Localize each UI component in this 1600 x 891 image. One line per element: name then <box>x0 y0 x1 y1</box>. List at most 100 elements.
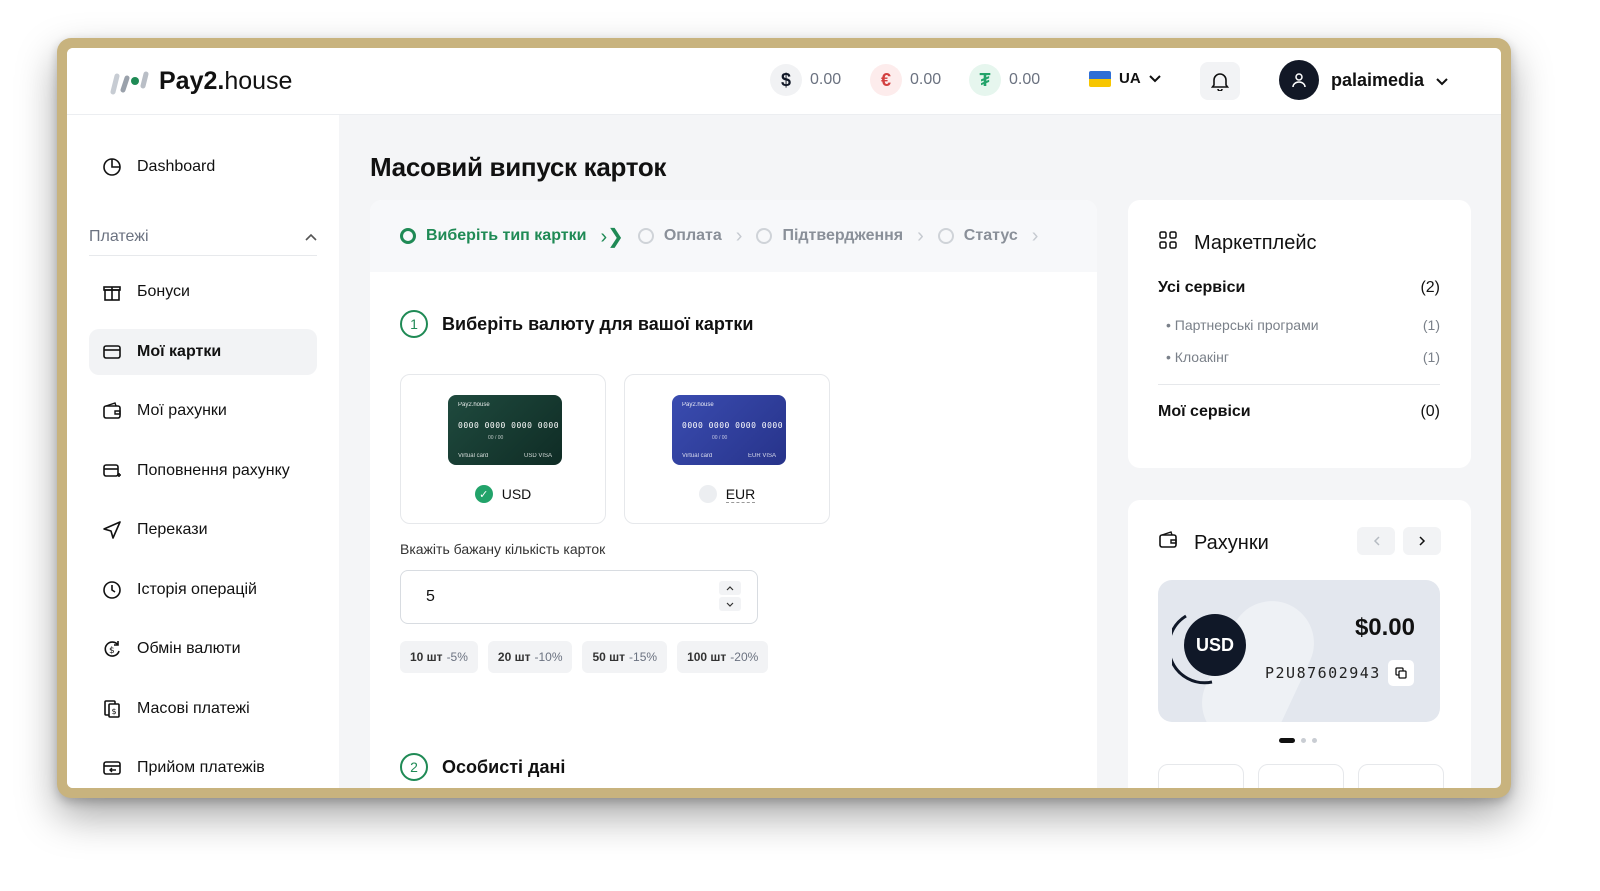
sidebar-item-label: Масові платежі <box>137 700 250 717</box>
notifications-button[interactable] <box>1200 62 1240 100</box>
balance-eur-value: 0.00 <box>910 71 942 88</box>
sidebar-item-label: Історія операцій <box>137 581 257 598</box>
balance-eur[interactable]: € 0.00 <box>870 64 941 96</box>
card-number: 0000 0000 0000 0000 <box>682 421 784 430</box>
carousel-dot[interactable] <box>1279 738 1295 743</box>
sidebar-item-transfers[interactable]: Перекази <box>89 507 317 553</box>
copy-button[interactable] <box>1388 660 1414 686</box>
sidebar-section-label: Платежі <box>89 228 149 245</box>
account-action-button[interactable] <box>1358 764 1444 788</box>
balance-usdt-value: 0.00 <box>1009 71 1041 88</box>
exchange-icon: $ <box>101 638 123 660</box>
step-payment[interactable]: Оплата <box>637 227 722 245</box>
card-preview-usd: Pay2.house 0000 0000 0000 0000 00 / 00 V… <box>448 395 562 465</box>
sidebar-item-bonuses[interactable]: Бонуси <box>89 269 317 315</box>
avatar <box>1279 60 1319 100</box>
decrement-button[interactable] <box>719 597 741 611</box>
quantity-label: Вкажіть бажану кількість карток <box>400 541 606 557</box>
logo[interactable]: Pay2.house <box>107 66 292 96</box>
account-balance: $0.00 <box>1354 614 1415 641</box>
step-dot <box>937 228 954 244</box>
currency-option-eur[interactable]: Pay2.house 0000 0000 0000 0000 00 / 00 V… <box>624 374 830 524</box>
sidebar-item-topup[interactable]: Поповнення рахунку <box>89 448 317 494</box>
section-personal-heading: 2 Особисті дані <box>400 753 565 781</box>
quantity-value: 5 <box>426 588 435 605</box>
my-services-link[interactable]: Мої сервіси (0) <box>1158 403 1440 421</box>
preset-qty: 10 шт <box>410 650 443 664</box>
increment-button[interactable] <box>719 581 741 595</box>
sidebar-item-label: Dashboard <box>137 158 216 175</box>
account-card[interactable]: USD $0.00 P2U87602943 <box>1158 580 1440 722</box>
preset-qty: 50 шт <box>592 650 626 664</box>
user-icon <box>1292 73 1306 88</box>
logo-bold: Pay2 <box>159 66 218 95</box>
sidebar-item-receive-payments[interactable]: Прийом платежів <box>89 745 317 788</box>
service-partner-programs[interactable]: • Партнерські програми (1) <box>1166 317 1440 333</box>
service-count: (1) <box>1422 317 1440 333</box>
previous-button[interactable] <box>1357 527 1395 555</box>
carousel-dot[interactable] <box>1301 738 1306 743</box>
preset-discount: -10% <box>534 650 563 664</box>
card-preview-eur: Pay2.house 0000 0000 0000 0000 00 / 00 V… <box>672 395 786 465</box>
top-header: Pay2.house $ 0.00 € 0.00 ₮ 0.00 UA palai… <box>67 48 1501 115</box>
receive-payments-icon <box>101 757 123 779</box>
carousel-dot[interactable] <box>1312 738 1317 743</box>
device-frame: Pay2.house $ 0.00 € 0.00 ₮ 0.00 UA palai… <box>57 38 1511 798</box>
sidebar-item-label: Обмін валюти <box>137 640 241 657</box>
balance-usd[interactable]: $ 0.00 <box>770 64 841 96</box>
step-label: Виберіть тип картки <box>426 227 587 244</box>
preset-50[interactable]: 50 шт -15% <box>582 641 668 673</box>
language-selector[interactable]: UA <box>1089 70 1161 87</box>
accounts-panel: Рахунки USD $0.00 P2U87602943 <box>1128 500 1471 788</box>
preset-discount: -15% <box>629 650 658 664</box>
section-title: Особисті дані <box>442 756 566 777</box>
check-icon[interactable]: ✓ <box>474 485 493 503</box>
chevron-right-icon <box>1418 536 1425 546</box>
balance-usdt[interactable]: ₮ 0.00 <box>969 64 1040 96</box>
sidebar-item-my-accounts[interactable]: Мої рахунки <box>89 388 317 434</box>
service-label: Клоакінг <box>1174 349 1229 365</box>
sidebar-item-label: Мої картки <box>137 343 222 360</box>
step-dot <box>756 228 773 244</box>
sidebar-item-exchange[interactable]: $ Обмін валюти <box>89 626 317 672</box>
wallet-icon <box>101 400 123 422</box>
chevron-right-icon: ›❯ <box>600 225 624 248</box>
radio-button[interactable] <box>698 485 717 503</box>
section-title: Виберіть валюту для вашої картки <box>442 313 754 334</box>
account-action-button[interactable] <box>1258 764 1344 788</box>
logo-mark-icon <box>107 66 149 96</box>
step-choose-card-type[interactable]: Виберіть тип картки <box>400 227 586 245</box>
all-services-link[interactable]: Усі сервіси (2) <box>1158 279 1440 297</box>
card-type: Virtual card <box>682 453 713 459</box>
card-expiry: 00 / 00 <box>488 435 504 441</box>
sidebar-item-label: Перекази <box>137 521 208 538</box>
step-confirmation[interactable]: Підтвердження <box>756 227 903 245</box>
mass-payments-icon: $ <box>101 698 123 720</box>
chevron-down-icon <box>726 602 734 607</box>
stepper: Виберіть тип картки ›❯ Оплата › Підтверд… <box>370 200 1097 272</box>
sidebar-item-label: Поповнення рахунку <box>137 462 290 479</box>
carousel-dots <box>1279 738 1317 743</box>
account-action-button[interactable] <box>1158 764 1244 788</box>
my-services-label: Мої сервіси <box>1158 403 1251 420</box>
preset-100[interactable]: 100 шт -20% <box>677 641 769 673</box>
ukraine-flag-icon <box>1089 70 1111 87</box>
sidebar-item-mass-payments[interactable]: $ Масові платежі <box>89 686 317 732</box>
sidebar-section-payments[interactable]: Платежі <box>89 219 317 256</box>
preset-discount: -20% <box>730 650 759 664</box>
sidebar-item-my-cards[interactable]: Мої картки <box>89 329 317 375</box>
preset-20[interactable]: 20 шт -10% <box>487 641 573 673</box>
step-status[interactable]: Статус <box>937 227 1018 245</box>
all-services-label: Усі сервіси <box>1158 279 1246 296</box>
clock-icon <box>101 579 123 601</box>
currency-option-usd[interactable]: Pay2.house 0000 0000 0000 0000 00 / 00 V… <box>400 374 606 524</box>
next-button[interactable] <box>1403 527 1441 555</box>
service-label: Партнерські програми <box>1174 317 1319 333</box>
sidebar-item-dashboard[interactable]: Dashboard <box>89 144 317 190</box>
sidebar-item-history[interactable]: Історія операцій <box>89 567 317 613</box>
quantity-stepper[interactable]: 5 <box>400 570 758 624</box>
user-menu[interactable]: palaimedia <box>1279 60 1448 100</box>
service-cloaking[interactable]: • Клоакінг (1) <box>1166 349 1440 365</box>
currency-label: USD <box>501 486 532 502</box>
preset-10[interactable]: 10 шт -5% <box>400 641 478 673</box>
